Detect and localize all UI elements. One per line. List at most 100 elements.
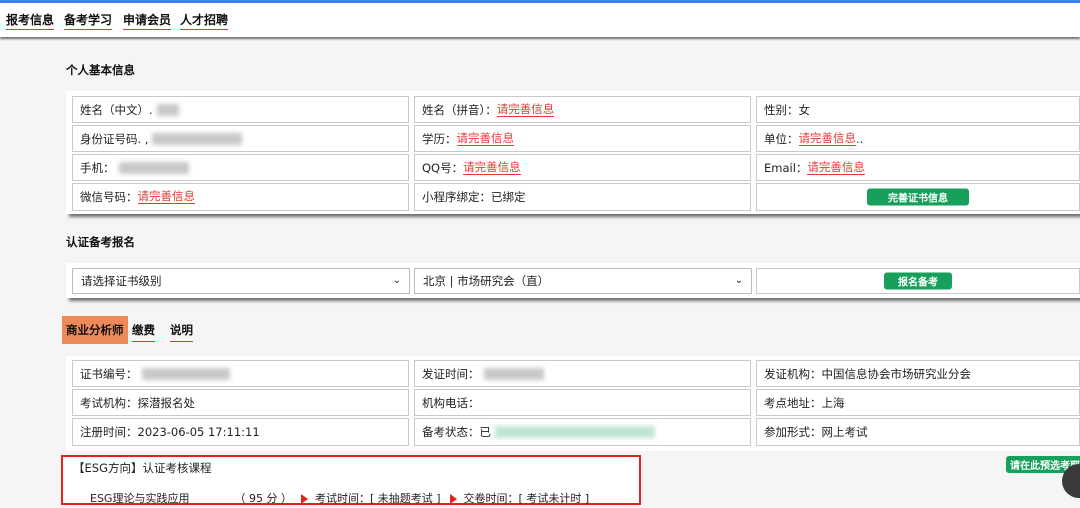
masked-value: [156, 103, 179, 116]
reg-time-cell: 注册时间： 2023-06-05 17:11:11: [72, 418, 409, 446]
personal-info-panel: 姓名（中文）. 姓名（拼音）： 请完善信息 性别： 女 身份证号码. , 学历：…: [66, 91, 1080, 214]
wechat-link[interactable]: 请完善信息: [137, 190, 195, 204]
exam-org-cell: 考试机构： 探潜报名处: [72, 389, 409, 416]
exam-site-value: 上海: [821, 395, 845, 410]
reg-time-value: 2023-06-05 17:11:11: [137, 425, 260, 439]
signup-title: 认证备考报名: [66, 235, 135, 249]
triangle-right-icon: [301, 494, 309, 504]
unit-suffix: ..: [856, 131, 864, 146]
select-value: 北京 | 市场研究会（直）: [423, 274, 550, 288]
phone-label: 手机：: [80, 160, 115, 175]
top-nav: 报考信息 备考学习 申请会员 人才招聘: [0, 3, 1080, 37]
miniapp-cell: 小程序绑定： 已绑定: [414, 183, 751, 211]
name-cn-cell: 姓名（中文）.: [72, 96, 409, 123]
city-select[interactable]: 北京 | 市场研究会（直） ⌄: [414, 268, 752, 294]
wechat-label: 微信号码：: [80, 190, 138, 204]
esg-heading: 【ESG方向】认证考核课程: [73, 461, 212, 475]
cert-level-select[interactable]: 请选择证书级别 ⌄: [72, 268, 410, 294]
name-pinyin-cell: 姓名（拼音）： 请完善信息: [414, 96, 751, 123]
masked-value: [495, 426, 655, 438]
education-cell: 学历： 请完善信息: [414, 125, 751, 152]
nav-label: 人才招聘: [180, 13, 229, 27]
qq-cell: QQ号： 请完善信息: [414, 154, 751, 181]
cert-no-label: 证书编号：: [80, 366, 138, 381]
tab-label: 说明: [170, 323, 193, 337]
qq-label: QQ号：: [422, 160, 464, 175]
email-cell: Email： 请完善信息: [756, 154, 1080, 181]
esg-course-name[interactable]: ESG理论与实践应用: [90, 492, 189, 505]
email-link[interactable]: 请完善信息: [807, 160, 865, 175]
prep-status-label: 备考状态：: [422, 425, 480, 439]
unit-cell: 单位： 请完善信息 ..: [756, 125, 1080, 152]
miniapp-label: 小程序绑定：: [422, 190, 491, 204]
masked-value: [152, 132, 243, 145]
nav-label: 申请会员: [123, 13, 172, 27]
education-link[interactable]: 请完善信息: [456, 131, 514, 146]
tab-notes[interactable]: 说明: [170, 322, 193, 342]
miniapp-value: 已绑定: [491, 190, 526, 204]
tab-label: 商业分析师: [66, 323, 124, 337]
id-cell: 身份证号码. ,: [72, 125, 409, 152]
signup-panel: 请选择证书级别 ⌄ 北京 | 市场研究会（直） ⌄ 报名备考: [66, 263, 1080, 298]
exam-org-label: 考试机构：: [80, 395, 138, 410]
exam-org-value: 探潜报名处: [137, 395, 196, 410]
esg-course-box: 【ESG方向】认证考核课程 ESG理论与实践应用 （ 95 分 ） 考试时间：[…: [61, 455, 641, 505]
esg-course-line: ESG理论与实践应用 （ 95 分 ） 考试时间：[ 未抽题考试 ] 交卷时间：…: [90, 490, 589, 506]
name-cn-label: 姓名（中文）.: [80, 102, 153, 117]
wechat-cell: 微信号码： 请完善信息: [72, 183, 409, 211]
name-pinyin-label: 姓名（拼音）：: [422, 102, 497, 117]
select-value: 请选择证书级别: [81, 274, 162, 288]
gender-value: 女: [798, 102, 811, 117]
triangle-right-icon: [450, 494, 458, 504]
masked-value: [483, 367, 544, 380]
complete-cert-button[interactable]: 完善证书信息: [867, 188, 969, 206]
format-label: 参加形式：: [764, 425, 822, 439]
issuer-value: 中国信息协会市场研究业分会: [821, 366, 972, 381]
education-label: 学历：: [422, 131, 457, 146]
issue-time-label: 发证时间：: [422, 366, 480, 381]
unit-link[interactable]: 请完善信息: [798, 131, 856, 146]
tab-label: 缴费: [132, 323, 155, 337]
nav-study[interactable]: 备考学习: [64, 11, 113, 30]
tab-business-analyst[interactable]: 商业分析师: [62, 316, 128, 344]
org-phone-label: 机构电话：: [422, 395, 480, 410]
issuer-cell: 发证机构： 中国信息协会市场研究业分会: [756, 360, 1080, 387]
prep-status-cell: 备考状态： 已: [414, 418, 751, 446]
nav-label: 报考信息: [6, 13, 55, 27]
org-phone-cell: 机构电话：: [414, 389, 751, 416]
nav-membership[interactable]: 申请会员: [123, 11, 172, 30]
cert-panel: 证书编号： 发证时间： 发证机构： 中国信息协会市场研究业分会 考试机构： 探潜…: [66, 356, 1080, 451]
nav-exam-info[interactable]: 报考信息: [6, 11, 55, 30]
cert-no-cell: 证书编号：: [72, 360, 409, 387]
format-value: 网上考试: [821, 425, 868, 439]
chevron-down-icon: ⌄: [392, 274, 401, 286]
qq-link[interactable]: 请完善信息: [463, 160, 521, 175]
personal-info-title: 个人基本信息: [66, 63, 135, 77]
esg-score: （ 95 分 ）: [234, 492, 292, 505]
complete-cert-cell: 完善证书信息: [756, 183, 1080, 211]
esg-exam-time: 考试时间：[ 未抽题考试 ]: [314, 492, 441, 505]
exam-site-cell: 考点地址： 上海: [756, 389, 1080, 416]
tab-payment[interactable]: 缴费: [132, 322, 155, 342]
nav-jobs[interactable]: 人才招聘: [180, 11, 229, 30]
nav-label: 备考学习: [64, 13, 113, 27]
issue-time-cell: 发证时间：: [414, 360, 751, 387]
esg-submit-time: 交卷时间：[ 考试未计时 ]: [463, 492, 590, 505]
unit-label: 单位：: [764, 131, 799, 146]
register-cell: 报名备考: [756, 268, 1080, 294]
gender-cell: 性别： 女: [756, 96, 1080, 123]
gender-label: 性别：: [764, 102, 799, 117]
email-label: Email：: [764, 160, 808, 175]
chevron-down-icon: ⌄: [734, 274, 743, 286]
issuer-label: 发证机构：: [764, 366, 822, 381]
masked-value: [118, 161, 189, 174]
reg-time-label: 注册时间：: [80, 425, 138, 439]
phone-cell: 手机：: [72, 154, 409, 181]
id-label: 身份证号码. ,: [80, 131, 149, 146]
name-pinyin-link[interactable]: 请完善信息: [496, 102, 555, 117]
register-button[interactable]: 报名备考: [884, 272, 952, 290]
format-cell: 参加形式： 网上考试: [756, 418, 1080, 446]
prep-status-value: 已: [479, 425, 492, 439]
masked-value: [141, 367, 230, 380]
exam-site-label: 考点地址：: [764, 395, 822, 410]
